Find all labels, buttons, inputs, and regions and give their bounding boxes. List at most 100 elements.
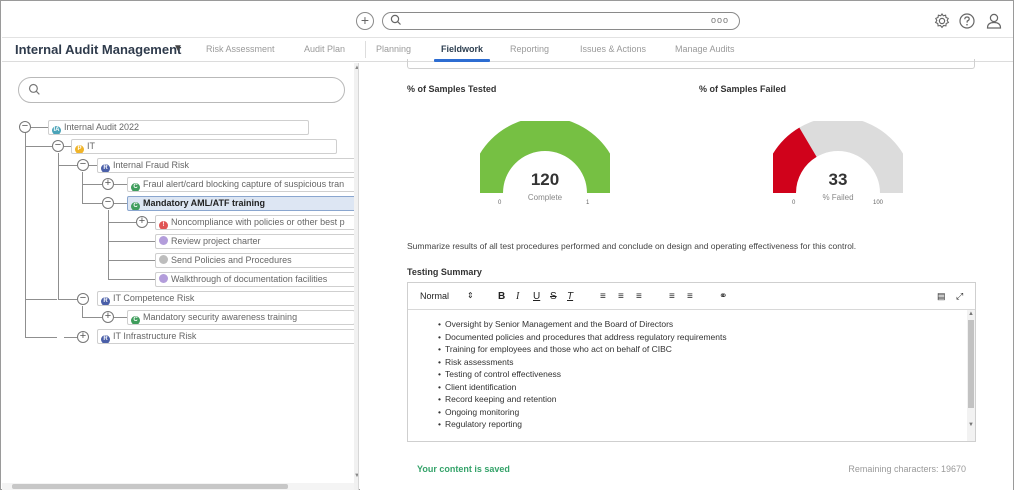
scroll-up-icon[interactable]: ▲ <box>967 311 975 317</box>
editor-content[interactable]: Oversight by Senior Management and the B… <box>408 310 967 441</box>
tree-node-label: Internal Fraud Risk <box>113 160 190 170</box>
nav-manage-audits[interactable]: Manage Audits <box>675 44 735 54</box>
tree-connector <box>108 241 155 242</box>
format-select[interactable]: Normal <box>420 291 449 301</box>
chevron-down-icon[interactable]: ▼ <box>173 43 183 54</box>
tree-connector <box>25 299 57 300</box>
align-left-icon[interactable]: ≡ <box>600 291 606 302</box>
tree-node[interactable]: Send Policies and Procedures <box>155 253 358 268</box>
nav-risk-assessment[interactable]: Risk Assessment <box>206 44 275 54</box>
tree-node-label: Internal Audit 2022 <box>64 122 140 132</box>
search-icon <box>28 83 40 95</box>
align-center-icon[interactable]: ≡ <box>618 291 624 302</box>
collapse-toggle[interactable]: − <box>102 197 114 209</box>
risk-badge-icon: R <box>101 164 110 172</box>
underline-icon[interactable]: U <box>533 291 540 302</box>
summary-instructions: Summarize results of all test procedures… <box>407 241 857 251</box>
align-right-icon[interactable]: ≡ <box>636 291 642 302</box>
list-item: Training for employees and those who act… <box>438 343 727 356</box>
scrollbar-thumb[interactable] <box>12 484 288 489</box>
tree-connector <box>114 184 127 185</box>
gauge-min-label: 0 <box>792 200 796 206</box>
help-icon[interactable] <box>958 12 976 30</box>
nav-audit-plan[interactable]: Audit Plan <box>304 44 345 54</box>
nav-issues-actions[interactable]: Issues & Actions <box>580 44 646 54</box>
tree-node-label: Walkthrough of documentation facilities <box>171 274 328 284</box>
gear-icon[interactable] <box>933 12 951 30</box>
plus-circle-icon[interactable]: + <box>356 12 374 30</box>
tree-node-label: Review project charter <box>171 236 261 246</box>
tree-horizontal-scrollbar[interactable] <box>2 483 354 490</box>
app-title[interactable]: Internal Audit Management <box>15 42 181 57</box>
collapse-toggle[interactable]: − <box>19 121 31 133</box>
editor-scrollbar[interactable]: ▲ ▼ <box>967 310 975 441</box>
tree-vertical-scrollbar[interactable]: ▲ ▼ <box>354 63 358 490</box>
samples-tested-title: % of Samples Tested <box>407 84 497 94</box>
tree-node[interactable]: Walkthrough of documentation facilities <box>155 272 358 287</box>
bullet-list-icon[interactable]: ≡ <box>669 291 675 302</box>
tree-node-label: IT Infrastructure Risk <box>113 331 197 341</box>
tree-connector <box>58 165 77 166</box>
remaining-characters: Remaining characters: 19670 <box>848 464 966 474</box>
tree-node-label: IT <box>87 141 95 151</box>
tree-connector <box>108 222 136 223</box>
tree-connector <box>82 184 102 185</box>
tree-node[interactable]: C Fraul alert/card blocking capture of su… <box>127 177 358 192</box>
nav-reporting[interactable]: Reporting <box>510 44 549 54</box>
search-options-icon[interactable]: ooo <box>711 15 729 25</box>
nav-fieldwork[interactable]: Fieldwork <box>441 44 483 54</box>
user-icon[interactable] <box>985 12 1003 30</box>
numbered-list-icon[interactable]: ≡ <box>687 291 693 302</box>
gauge-fill <box>773 127 818 194</box>
select-arrows-icon[interactable]: ⇕ <box>467 291 474 300</box>
scroll-up-icon[interactable]: ▲ <box>354 65 358 71</box>
tree-node[interactable]: R Internal Fraud Risk <box>97 158 358 173</box>
nav-planning[interactable]: Planning <box>376 44 411 54</box>
audit-badge-icon: IA <box>52 126 61 134</box>
tree-connector <box>25 146 52 147</box>
tree-node-label: IT Competence Risk <box>113 293 195 303</box>
expand-icon[interactable]: ⤢ <box>956 291 963 302</box>
strikethrough-icon[interactable]: S <box>550 291 557 302</box>
summary-list: Oversight by Senior Management and the B… <box>438 318 727 431</box>
list-item: Oversight by Senior Management and the B… <box>438 318 727 331</box>
tree-connector <box>25 337 57 338</box>
control-badge-icon: C <box>131 316 140 324</box>
tree-node[interactable]: Review project charter <box>155 234 358 249</box>
expand-toggle[interactable]: + <box>77 331 89 343</box>
tree-connector <box>64 299 77 300</box>
global-search-input[interactable]: ooo <box>382 12 740 30</box>
scrollbar-thumb[interactable] <box>968 320 974 408</box>
expand-toggle[interactable]: + <box>102 311 114 323</box>
collapse-toggle[interactable]: − <box>77 159 89 171</box>
tree-search-input[interactable] <box>18 77 345 103</box>
testing-summary-editor[interactable]: Normal ⇕ B I U S T ≡ ≡ ≡ ≡ ≡ ⚭ ▤ ⤢ Overs… <box>407 282 976 442</box>
audit-tree-panel: − − − + − + − + + IA Internal Audit 2022 … <box>2 63 359 490</box>
tree-connector <box>31 127 48 128</box>
list-item: Ongoing monitoring <box>438 406 727 419</box>
collapse-toggle[interactable]: − <box>52 140 64 152</box>
bold-icon[interactable]: B <box>498 291 505 302</box>
list-item: Client identification <box>438 381 727 394</box>
collapse-toggle[interactable]: − <box>77 293 89 305</box>
expand-toggle[interactable]: + <box>136 216 148 228</box>
list-item: Testing of control effectiveness <box>438 368 727 381</box>
tree-node[interactable]: IA Internal Audit 2022 <box>48 120 309 135</box>
list-item: Regulatory reporting <box>438 418 727 431</box>
tree-connector <box>82 317 102 318</box>
expand-toggle[interactable]: + <box>102 178 114 190</box>
tree-node[interactable]: R IT Infrastructure Risk <box>97 329 358 344</box>
scroll-down-icon[interactable]: ▼ <box>967 422 975 428</box>
italic-icon[interactable]: I <box>516 291 519 302</box>
tree-node[interactable]: R IT Competence Risk <box>97 291 358 306</box>
clear-format-icon[interactable]: T <box>567 291 573 302</box>
link-icon[interactable]: ⚭ <box>719 291 727 302</box>
tree-node-label: Noncompliance with policies or other bes… <box>171 217 345 227</box>
tree-node[interactable]: ! Noncompliance with policies or other be… <box>155 215 358 230</box>
tree-node-selected[interactable]: C Mandatory AML/ATF training <box>127 196 358 211</box>
tree-node[interactable]: P IT <box>71 139 337 154</box>
save-icon[interactable]: ▤ <box>937 291 946 302</box>
tree-node[interactable]: C Mandatory security awareness training <box>127 310 355 325</box>
scroll-down-icon[interactable]: ▼ <box>354 473 358 479</box>
previous-field-box[interactable] <box>407 59 975 69</box>
